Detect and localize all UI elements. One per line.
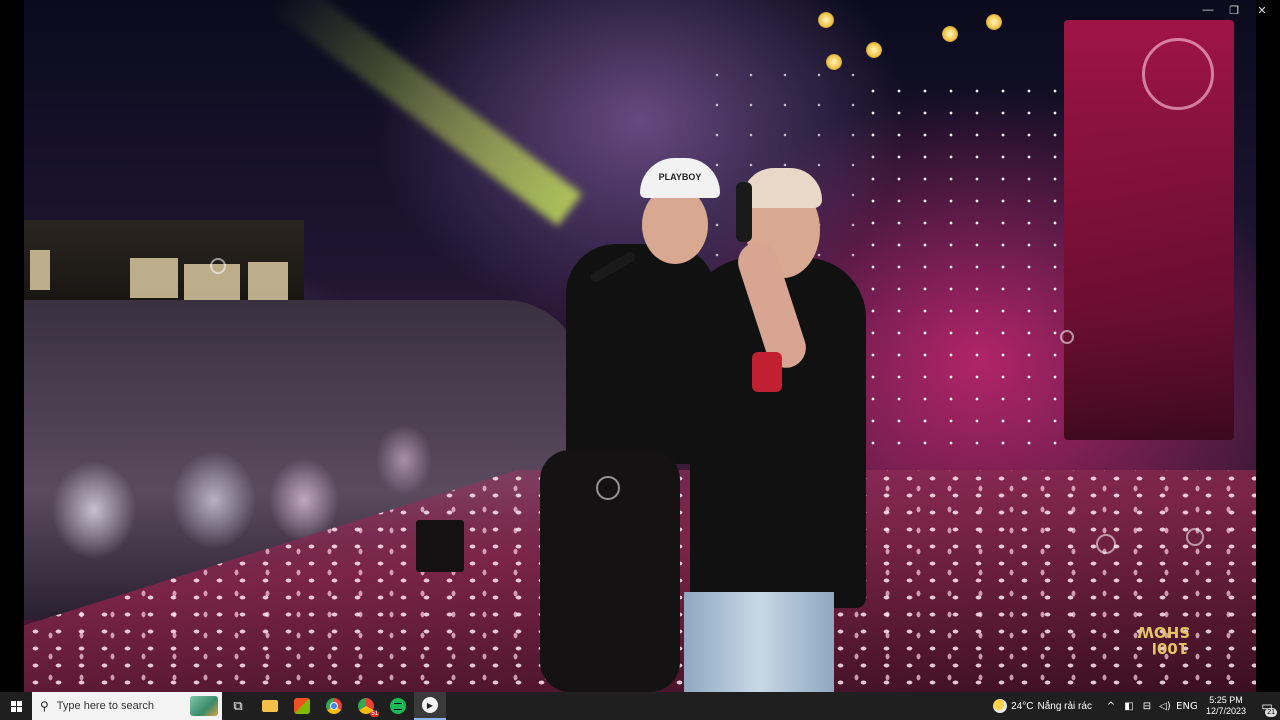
spotify-icon: [390, 698, 406, 714]
spotify-button[interactable]: [382, 692, 414, 720]
weather-condition: Nắng rải rác: [1037, 700, 1092, 712]
task-view-icon: ⧉: [233, 698, 243, 714]
windows-logo-icon: [10, 700, 22, 712]
building-window: [30, 250, 50, 290]
spotlight: [826, 54, 842, 70]
volume-icon[interactable]: ◁): [1156, 701, 1174, 712]
store-icon: [294, 698, 310, 714]
clock-time: 5:25 PM: [1209, 695, 1243, 705]
chrome-profile-button[interactable]: 51: [350, 692, 382, 720]
chrome-button[interactable]: [318, 692, 350, 720]
restore-button[interactable]: ❐: [1224, 4, 1244, 17]
clock-date: 12/7/2023: [1205, 706, 1246, 716]
taskbar-search[interactable]: ⚲: [32, 692, 222, 720]
media-player-button[interactable]: ▶: [414, 692, 446, 720]
performer-right-jeans: [684, 592, 834, 692]
microsoft-store-button[interactable]: [286, 692, 318, 720]
microphone: [736, 182, 752, 242]
spotlight: [866, 42, 882, 58]
input-language[interactable]: ENG: [1174, 701, 1200, 712]
start-button[interactable]: [0, 692, 32, 720]
video-frame[interactable]: PLAYBOY 100l SHOW — ❐ ✕: [0, 0, 1280, 692]
cap-print: PLAYBOY: [658, 172, 702, 182]
floating-bubble: [596, 476, 620, 500]
letterbox-left: [0, 0, 24, 692]
play-icon: ▶: [422, 697, 438, 713]
meet-now-icon[interactable]: ◧: [1120, 701, 1138, 712]
file-explorer-button[interactable]: [254, 692, 286, 720]
network-icon[interactable]: ⊟: [1138, 701, 1156, 712]
floating-bubble: [210, 258, 226, 274]
search-input[interactable]: [54, 699, 179, 713]
star-curtain: [860, 80, 1060, 460]
floating-bubble: [1096, 534, 1116, 554]
search-icon: ⚲: [40, 699, 49, 713]
letterbox-right: [1256, 0, 1280, 692]
close-button[interactable]: ✕: [1252, 4, 1272, 17]
channel-watermark-logo: 100l SHOW: [1137, 623, 1190, 657]
floating-bubble: [1142, 38, 1214, 110]
taskbar: ⚲ ⧉ 51 ▶ 24°C Nắng rải rác ^ ◧ ⊟ ◁: [0, 692, 1280, 720]
weather-widget[interactable]: 24°C Nắng rải rác: [993, 699, 1092, 713]
task-view-button[interactable]: ⧉: [222, 692, 254, 720]
weather-sun-cloud-icon: [993, 699, 1008, 713]
system-clock[interactable]: 5:25 PM 12/7/2023: [1206, 695, 1246, 717]
shirt-graphic: [752, 352, 782, 392]
system-tray: 24°C Nắng rải rác ^ ◧ ⊟ ◁) ENG 5:25 PM 1…: [993, 692, 1280, 720]
show-hidden-icons-chevron-icon[interactable]: ^: [1102, 701, 1120, 712]
chrome-icon: [326, 698, 342, 714]
notification-center-button[interactable]: ▭ 21: [1254, 692, 1280, 720]
spotlight: [818, 12, 834, 28]
minimize-button[interactable]: —: [1198, 4, 1218, 16]
stage-monitor-speaker: [416, 520, 464, 572]
search-highlight-image: [190, 696, 218, 716]
weather-temperature: 24°C: [1011, 700, 1034, 712]
spotlight: [986, 14, 1002, 30]
laser-beam: [270, 0, 583, 226]
floating-bubble: [1060, 330, 1074, 344]
notification-count-badge: 21: [1265, 708, 1277, 717]
notification-badge: 51: [370, 711, 379, 717]
building-window: [130, 258, 178, 298]
spotlight: [942, 26, 958, 42]
folder-icon: [262, 700, 278, 712]
floating-bubble: [1186, 528, 1204, 546]
